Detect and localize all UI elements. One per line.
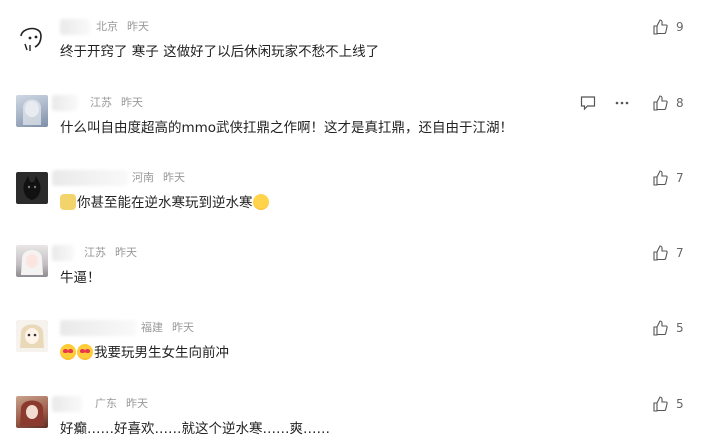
timestamp: 昨天 bbox=[115, 246, 137, 259]
comment-meta: 河南 昨天 bbox=[132, 170, 185, 186]
comment-meta: 福建 昨天 bbox=[141, 320, 194, 336]
location: 北京 bbox=[96, 20, 118, 33]
like-button[interactable]: 8 bbox=[652, 95, 686, 111]
like-count: 8 bbox=[676, 96, 684, 110]
avatar[interactable] bbox=[16, 245, 48, 277]
timestamp: 昨天 bbox=[126, 397, 148, 410]
avatar[interactable] bbox=[16, 22, 48, 54]
timestamp: 昨天 bbox=[121, 96, 143, 109]
comment-meta: 北京 昨天 bbox=[96, 19, 149, 35]
comment-text: 我要玩男生女生向前冲 bbox=[60, 343, 229, 363]
thumbs-up-icon bbox=[653, 245, 668, 261]
like-button[interactable]: 7 bbox=[652, 245, 686, 261]
laughing-emoji-icon bbox=[252, 194, 269, 210]
comment-item: 江苏 昨天 什么叫自由度超高的mmo武侠扛鼎之作啊！这才是真扛鼎，还自由于江湖！ … bbox=[0, 95, 704, 170]
comment-icon[interactable] bbox=[580, 95, 596, 111]
thumbs-up-icon bbox=[653, 320, 668, 336]
username[interactable] bbox=[52, 245, 74, 261]
comment-meta: 广东 昨天 bbox=[95, 396, 148, 412]
username[interactable] bbox=[52, 396, 82, 412]
username[interactable] bbox=[52, 170, 128, 186]
comment-meta: 江苏 昨天 bbox=[84, 245, 137, 261]
like-count: 5 bbox=[676, 321, 684, 335]
like-count: 9 bbox=[676, 20, 684, 34]
comment-item: 广东 昨天 好癫……好喜欢……就这个逆水寒……爽…… 5 bbox=[0, 396, 704, 448]
comment-text: 什么叫自由度超高的mmo武侠扛鼎之作啊！这才是真扛鼎，还自由于江湖！ bbox=[60, 120, 514, 136]
username[interactable] bbox=[60, 320, 136, 336]
more-dots-icon[interactable] bbox=[614, 95, 630, 111]
comment-item: 北京 昨天 终于开窍了 寒子 这做好了以后休闲玩家不愁不上线了 9 bbox=[0, 19, 704, 94]
comment-text: 你甚至能在逆水寒玩到逆水寒 bbox=[60, 193, 270, 213]
like-button[interactable]: 5 bbox=[652, 320, 686, 336]
username[interactable] bbox=[60, 19, 90, 35]
like-count: 5 bbox=[676, 397, 684, 411]
avatar[interactable] bbox=[16, 95, 48, 127]
heart-eyes-emoji-icon bbox=[77, 344, 93, 360]
timestamp: 昨天 bbox=[127, 20, 149, 33]
thumbs-up-icon bbox=[653, 396, 668, 412]
location: 福建 bbox=[141, 321, 163, 334]
like-button[interactable]: 5 bbox=[652, 396, 686, 412]
comment-meta: 江苏 昨天 bbox=[90, 95, 143, 111]
thumbs-up-icon bbox=[653, 170, 668, 186]
location: 河南 bbox=[132, 171, 154, 184]
timestamp: 昨天 bbox=[172, 321, 194, 334]
like-button[interactable]: 7 bbox=[652, 170, 686, 186]
timestamp: 昨天 bbox=[163, 171, 185, 184]
username[interactable] bbox=[52, 95, 78, 111]
avatar[interactable] bbox=[16, 320, 48, 352]
comment-item: 福建 昨天 我要玩男生女生向前冲 5 bbox=[0, 320, 704, 395]
comment-item: 江苏 昨天 牛逼！ 7 bbox=[0, 245, 704, 320]
like-count: 7 bbox=[676, 246, 684, 260]
comment-text: 好癫……好喜欢……就这个逆水寒……爽…… bbox=[60, 421, 330, 437]
avatar[interactable] bbox=[16, 172, 48, 204]
heart-eyes-emoji-icon bbox=[60, 344, 76, 360]
thumbs-up-icon bbox=[653, 95, 668, 111]
comment-text: 终于开窍了 寒子 这做好了以后休闲玩家不愁不上线了 bbox=[60, 44, 380, 60]
thumbs-up-icon bbox=[653, 19, 668, 35]
cat-emoji-icon bbox=[60, 194, 76, 210]
location: 广东 bbox=[95, 397, 117, 410]
avatar[interactable] bbox=[16, 396, 48, 428]
comment-item: 河南 昨天 你甚至能在逆水寒玩到逆水寒 7 bbox=[0, 170, 704, 245]
location: 江苏 bbox=[90, 96, 112, 109]
like-button[interactable]: 9 bbox=[652, 19, 686, 35]
like-count: 7 bbox=[676, 171, 684, 185]
location: 江苏 bbox=[84, 246, 106, 259]
comment-text: 牛逼！ bbox=[60, 270, 101, 286]
